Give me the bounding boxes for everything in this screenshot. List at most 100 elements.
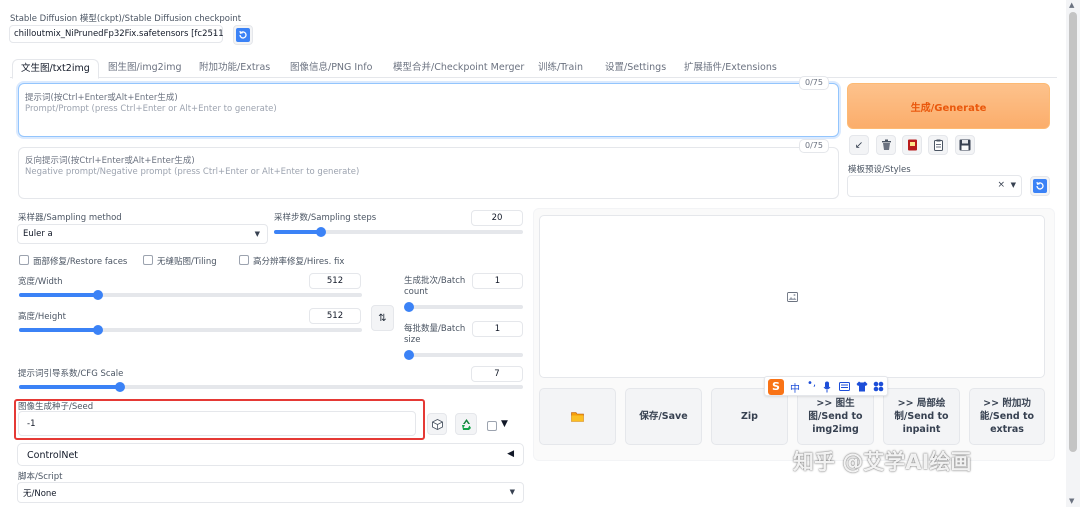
checkpoint-select[interactable]: chilloutmix_NiPrunedFp32Fix.safetensors … bbox=[9, 25, 224, 43]
width-slider-thumb[interactable] bbox=[92, 290, 103, 300]
restore-faces-checkbox[interactable] bbox=[19, 255, 29, 265]
cfg-slider-fill bbox=[19, 385, 120, 389]
watermark-text: 知乎 @艾学AI绘画 bbox=[793, 450, 972, 474]
send-to-img2img-button[interactable]: >> 图生 图/Send to img2img bbox=[797, 388, 874, 445]
prompt-placeholder-line1: 提示词(按Ctrl+Enter或Alt+Enter生成) bbox=[25, 93, 178, 103]
chevron-down-icon: ▼ bbox=[509, 488, 515, 496]
punctuation-icon[interactable]: •, bbox=[807, 378, 816, 389]
width-slider[interactable] bbox=[19, 290, 362, 300]
send-to-extras-button[interactable]: >> 附加功 能/Send to extras bbox=[969, 388, 1045, 445]
tab-extensions[interactable]: 扩展插件/Extensions bbox=[684, 59, 777, 77]
sogou-logo-icon[interactable]: S bbox=[768, 379, 784, 395]
send-to-extras-line2: 能/Send to bbox=[979, 411, 1035, 422]
swap-icon: ⇅ bbox=[378, 312, 387, 324]
refresh-icon bbox=[1033, 179, 1047, 193]
trash-icon bbox=[881, 139, 891, 150]
chevron-down-icon: ▼ bbox=[1010, 181, 1016, 189]
cfg-label: 提示词引导系数/CFG Scale bbox=[18, 369, 124, 379]
send-to-inpaint-button[interactable]: >> 局部绘 制/Send to inpaint bbox=[883, 388, 960, 445]
height-slider[interactable] bbox=[19, 325, 362, 335]
tab-txt2img[interactable]: 文生图/txt2img bbox=[12, 59, 99, 79]
tiling-checkbox[interactable] bbox=[143, 255, 153, 265]
output-gallery bbox=[539, 215, 1045, 378]
scrollbar-thumb[interactable] bbox=[1069, 12, 1077, 452]
zip-button[interactable]: Zip bbox=[711, 388, 788, 445]
seed-input[interactable]: -1 bbox=[18, 411, 416, 436]
script-value: 无/None bbox=[23, 489, 57, 499]
card-icon bbox=[907, 139, 917, 151]
swap-dimensions-button[interactable]: ⇅ bbox=[371, 305, 394, 331]
refresh-checkpoint-button[interactable] bbox=[233, 25, 253, 45]
generate-button[interactable]: 生成/Generate bbox=[847, 83, 1050, 129]
batch-count-label-line2: count bbox=[404, 287, 428, 297]
tab-settings[interactable]: 设置/Settings bbox=[605, 59, 666, 77]
send-to-img2img-line1: >> 图生 bbox=[816, 398, 855, 409]
triangle-down-icon[interactable]: ▼ bbox=[501, 419, 508, 429]
batch-count-slider-thumb[interactable] bbox=[404, 302, 414, 312]
reuse-seed-button[interactable] bbox=[455, 413, 477, 435]
width-label: 宽度/Width bbox=[18, 277, 63, 287]
send-to-inpaint-line2: 制/Send to bbox=[894, 411, 949, 422]
width-slider-fill bbox=[19, 293, 98, 297]
open-folder-button[interactable] bbox=[539, 388, 616, 445]
tab-divider bbox=[10, 77, 1057, 78]
ime-chinese-mode[interactable]: 中 bbox=[790, 380, 800, 395]
steps-number-input[interactable]: 20 bbox=[471, 210, 523, 226]
batch-size-slider-thumb[interactable] bbox=[404, 350, 414, 360]
negative-prompt-placeholder-line2: Negative prompt/Negative prompt (press C… bbox=[25, 167, 360, 177]
negative-prompt-placeholder-line1: 反向提示词(按Ctrl+Enter或Alt+Enter生成) bbox=[25, 156, 195, 166]
save-style-button[interactable] bbox=[955, 135, 975, 155]
random-seed-button[interactable] bbox=[427, 413, 447, 435]
width-number-input[interactable]: 512 bbox=[309, 273, 361, 289]
height-number-input[interactable]: 512 bbox=[309, 308, 361, 324]
scroll-up-icon[interactable]: ▲ bbox=[1069, 1, 1074, 9]
scrollbar-track[interactable]: ▲ ▼ bbox=[1066, 0, 1080, 507]
extra-seed-checkbox[interactable] bbox=[487, 421, 497, 431]
cfg-slider[interactable] bbox=[19, 382, 523, 392]
controlnet-label: ControlNet bbox=[27, 450, 79, 461]
batch-count-slider[interactable] bbox=[404, 302, 523, 312]
checkpoint-value: chilloutmix_NiPrunedFp32Fix.safetensors … bbox=[14, 29, 224, 39]
batch-size-label-line1: 每批数量/Batch bbox=[404, 324, 466, 334]
height-slider-thumb[interactable] bbox=[92, 325, 103, 335]
sampler-select[interactable]: Euler a ▼ bbox=[17, 224, 268, 244]
refresh-styles-button[interactable] bbox=[1030, 176, 1050, 196]
batch-count-number-input[interactable]: 1 bbox=[472, 273, 523, 289]
save-button[interactable]: 保存/Save bbox=[625, 388, 702, 445]
apply-style-button[interactable] bbox=[928, 135, 948, 155]
styles-select[interactable]: × ▼ bbox=[847, 175, 1022, 197]
hires-fix-checkbox[interactable] bbox=[239, 255, 249, 265]
tab-png-info[interactable]: 图像信息/PNG Info bbox=[290, 59, 372, 77]
batch-count-label-line1: 生成批次/Batch bbox=[404, 276, 466, 286]
tab-checkpoint-merger[interactable]: 模型合并/Checkpoint Merger bbox=[393, 59, 524, 77]
steps-slider-thumb[interactable] bbox=[316, 227, 327, 237]
negative-prompt-textarea[interactable]: 反向提示词(按Ctrl+Enter或Alt+Enter生成) Negative … bbox=[18, 147, 839, 199]
triangle-left-icon: ◀ bbox=[507, 449, 514, 459]
prompt-token-counter: 0/75 bbox=[799, 76, 829, 90]
prompt-textarea[interactable]: 提示词(按Ctrl+Enter或Alt+Enter生成) Prompt/Prom… bbox=[18, 83, 839, 137]
controlnet-accordion[interactable]: ControlNet ◀ bbox=[17, 443, 524, 466]
tab-extras[interactable]: 附加功能/Extras bbox=[199, 59, 270, 77]
send-to-extras-line3: extras bbox=[990, 424, 1024, 435]
height-slider-fill bbox=[19, 328, 98, 332]
chevron-down-icon: - bbox=[213, 29, 216, 38]
steps-slider[interactable] bbox=[274, 227, 523, 237]
toolbox-grid-icon[interactable] bbox=[873, 381, 884, 392]
tab-img2img[interactable]: 图生图/img2img bbox=[108, 59, 182, 77]
cfg-number-input[interactable]: 7 bbox=[471, 366, 523, 382]
tab-train[interactable]: 训练/Train bbox=[538, 59, 583, 77]
extra-networks-button[interactable] bbox=[902, 135, 922, 155]
script-select[interactable]: 无/None ▼ bbox=[17, 482, 524, 503]
read-params-button[interactable]: ↙ bbox=[849, 135, 869, 155]
steps-slider-fill bbox=[274, 230, 322, 234]
skin-shirt-icon[interactable] bbox=[856, 381, 868, 392]
clear-prompt-button[interactable] bbox=[876, 135, 896, 155]
cfg-slider-thumb[interactable] bbox=[114, 382, 125, 392]
batch-size-slider[interactable] bbox=[404, 350, 523, 360]
microphone-icon[interactable] bbox=[823, 381, 831, 393]
keyboard-icon[interactable] bbox=[839, 382, 850, 391]
clear-icon[interactable]: × bbox=[997, 180, 1005, 190]
scroll-down-icon[interactable]: ▼ bbox=[1069, 497, 1074, 505]
batch-size-number-input[interactable]: 1 bbox=[472, 321, 523, 337]
ime-toolbar: S 中 •, bbox=[764, 376, 888, 396]
